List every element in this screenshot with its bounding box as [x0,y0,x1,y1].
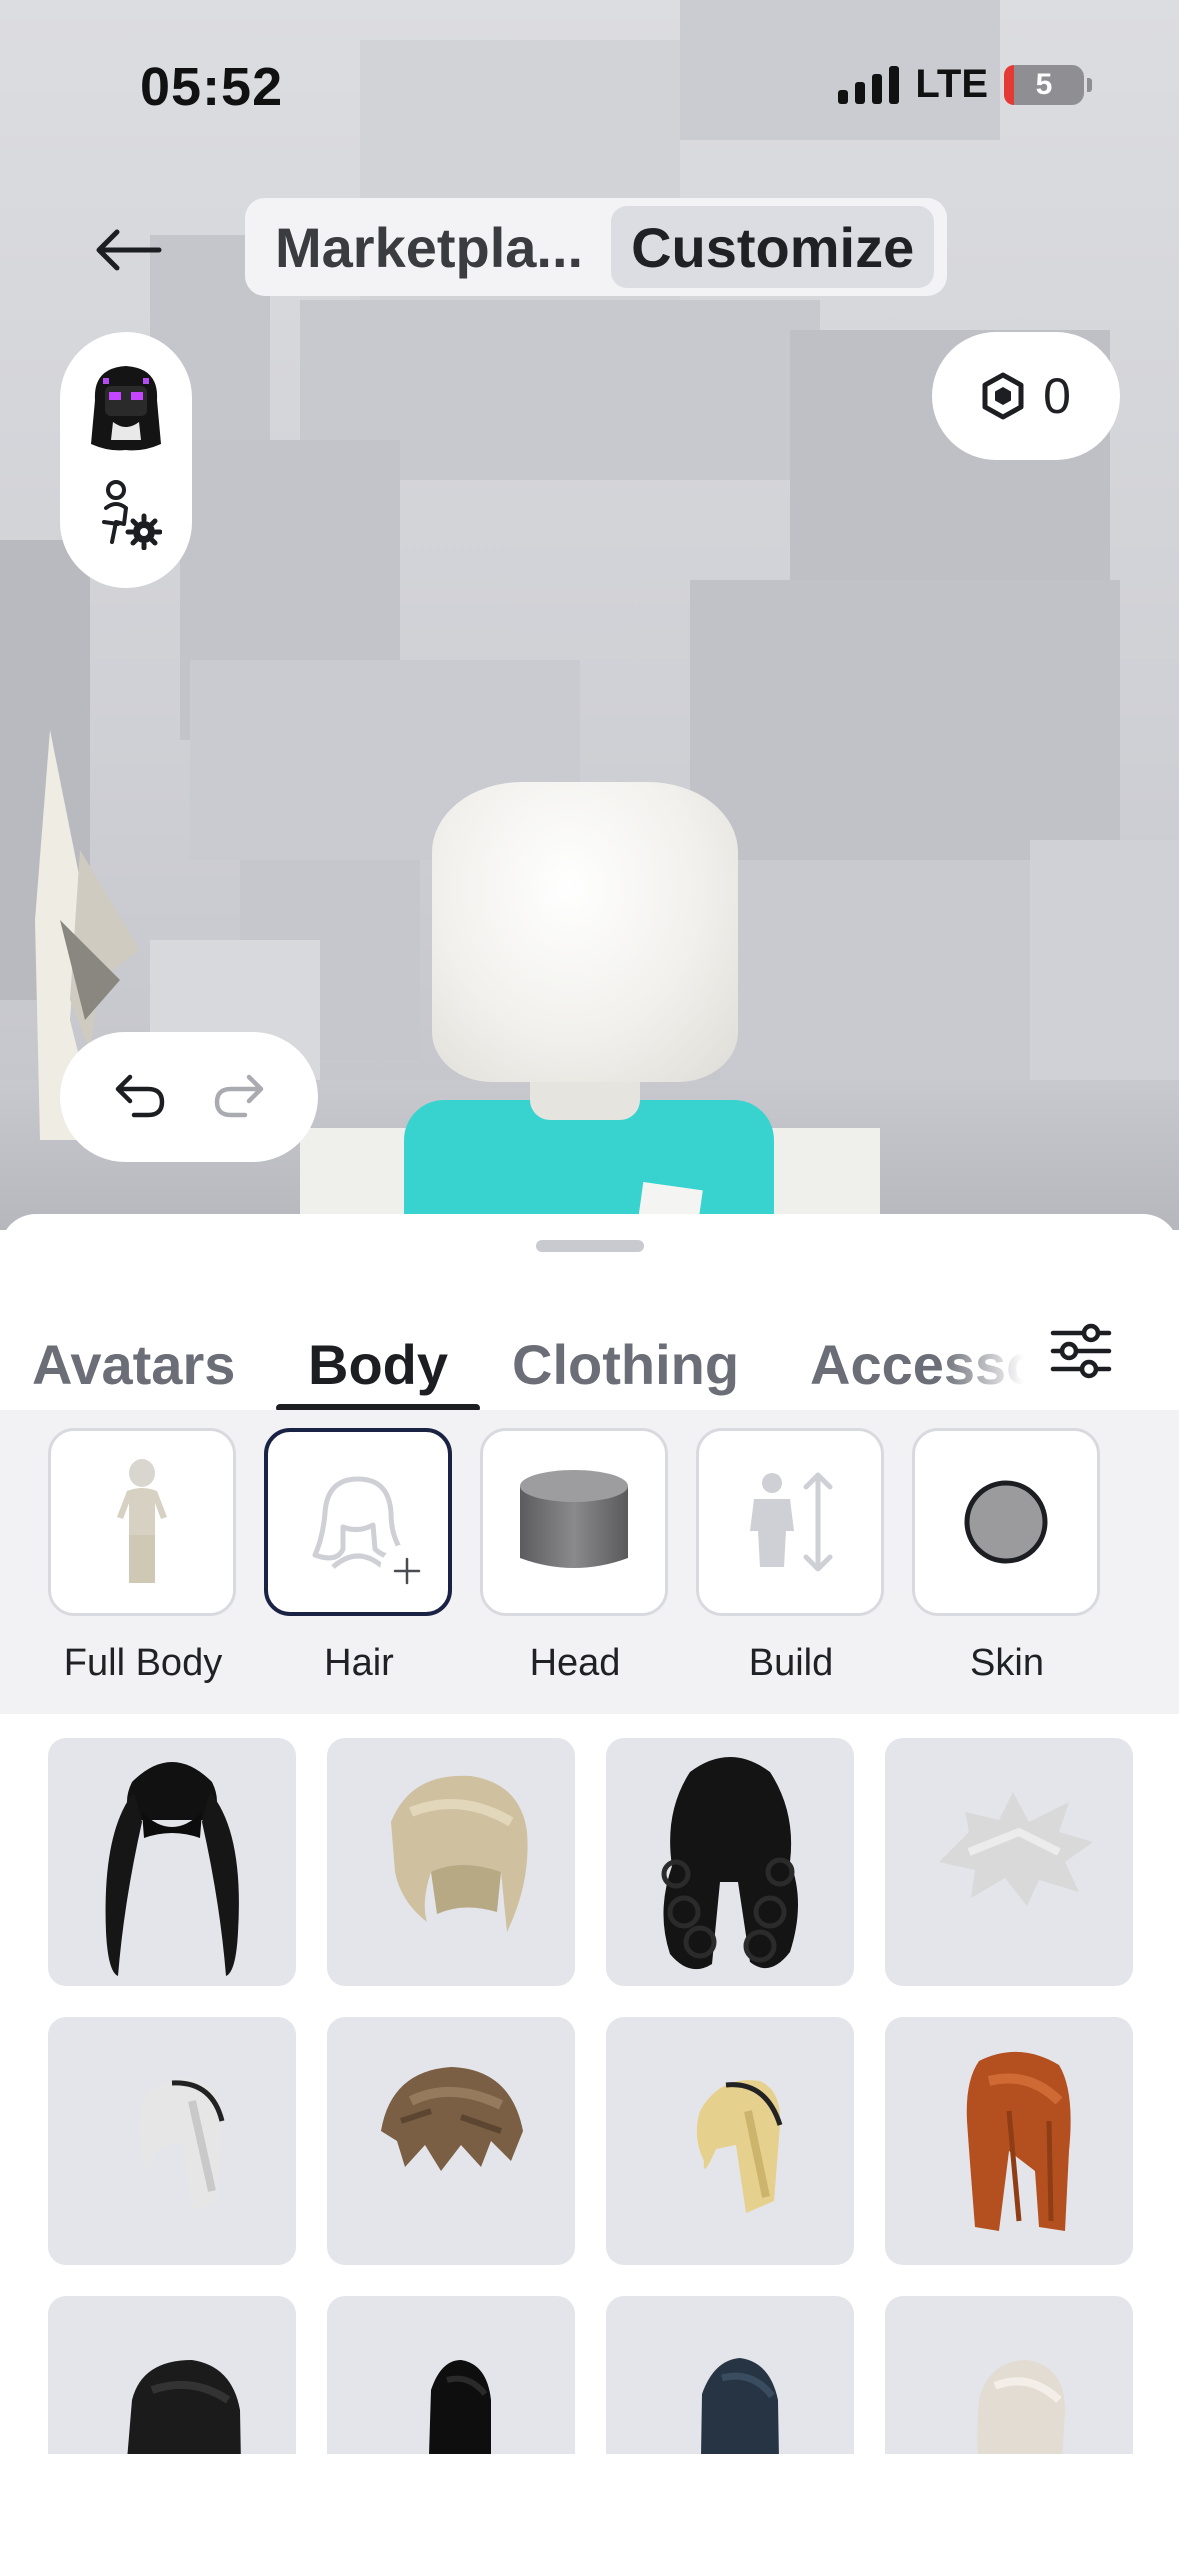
person-gear-icon [102,480,163,551]
plus-icon [393,1557,421,1585]
category-skin[interactable]: Skin [912,1428,1102,1685]
hair-item[interactable] [48,2017,296,2265]
hair-item[interactable] [885,1738,1133,1986]
battery-icon: 5 [1004,64,1092,105]
category-label: Head [529,1642,621,1684]
robux-icon [982,372,1024,420]
robux-balance: 0 [1043,368,1071,424]
sheet-drag-handle[interactable] [536,1240,644,1252]
signal-icon [838,65,900,104]
back-button[interactable] [88,210,168,290]
avatar-settings-button[interactable] [90,478,163,555]
segment-marketplace[interactable]: Marketpla... [255,206,603,288]
hair-item[interactable] [48,2296,296,2454]
hair-item[interactable] [606,1738,854,1986]
avatar-thumbnail-icon [91,366,161,451]
tab-avatars[interactable]: Avatars [32,1332,235,1397]
customize-bottom-sheet: Avatars Body Clothing Accesso Full Body … [0,1214,1179,2556]
status-indicators: LTE 5 [838,62,1092,107]
body-category-strip: Full Body Hair Head Build Skin [0,1410,1179,1714]
blonde-bob-hair-icon [391,1775,528,1932]
hair-item[interactable] [606,2296,854,2454]
category-box [480,1428,668,1616]
head-icon [520,1470,628,1568]
brown-messy-hair-icon [381,2067,523,2171]
hair-item[interactable] [327,2296,575,2454]
arrow-left-icon [96,229,162,271]
category-box [48,1428,236,1616]
filter-button[interactable] [1046,1316,1116,1386]
redo-button[interactable] [211,1071,267,1124]
category-label: Skin [970,1642,1044,1684]
undo-button[interactable] [112,1071,168,1124]
mode-segmented-control: Marketpla... Customize [245,198,947,296]
platinum-long-hair-icon [977,2360,1065,2454]
white-straight-hair-icon [139,2078,225,2211]
category-label: Build [748,1642,834,1684]
add-hair-badge [380,1544,434,1598]
black-wavy-hair-icon [127,2360,241,2454]
category-full-body[interactable]: Full Body [48,1428,238,1685]
avatar-thumbnail-button[interactable] [83,360,169,452]
category-head[interactable]: Head [480,1428,670,1685]
skin-icon [964,1480,1048,1564]
build-icon [750,1472,833,1572]
hair-item[interactable] [606,2017,854,2265]
undo-icon [115,1074,164,1117]
ginger-layered-hair-icon [966,2051,1071,2231]
category-label: Hair [324,1642,394,1684]
category-box [912,1428,1100,1616]
avatar-head [432,782,738,1082]
hair-item[interactable] [327,1738,575,1986]
full-body-icon [117,1459,167,1583]
category-label: Full Body [63,1642,223,1684]
dark-blue-long-hair-icon [701,2358,779,2454]
tabs-fade-overlay [940,1294,1060,1404]
status-time: 05:52 [140,57,284,117]
sliders-icon [1050,1323,1112,1379]
network-label: LTE [915,62,988,106]
hair-item[interactable] [327,2017,575,2265]
hair-item[interactable] [885,2017,1133,2265]
hair-items-grid [48,1738,1134,2454]
black-pigtails-hair-icon [105,1762,239,1976]
robux-balance-button[interactable]: 0 [932,332,1120,460]
side-quick-actions [60,332,192,588]
white-spiky-hair-icon [939,1792,1093,1906]
tab-body[interactable]: Body [308,1332,448,1397]
hair-item[interactable] [885,2296,1133,2454]
redo-icon [214,1074,263,1117]
black-curly-hair-icon [661,1757,798,1970]
category-box-selected [264,1428,452,1616]
history-controls [60,1032,318,1162]
category-hair[interactable]: Hair [264,1428,454,1685]
hair-item[interactable] [48,1738,296,1986]
category-build[interactable]: Build [696,1428,886,1685]
segment-customize[interactable]: Customize [611,206,935,288]
blonde-straight-hair-icon [696,2080,783,2213]
battery-level: 5 [1035,67,1053,101]
category-box [696,1428,884,1616]
black-long-hair-icon [429,2360,491,2454]
tab-clothing[interactable]: Clothing [512,1332,739,1397]
scene-block [690,580,1120,880]
